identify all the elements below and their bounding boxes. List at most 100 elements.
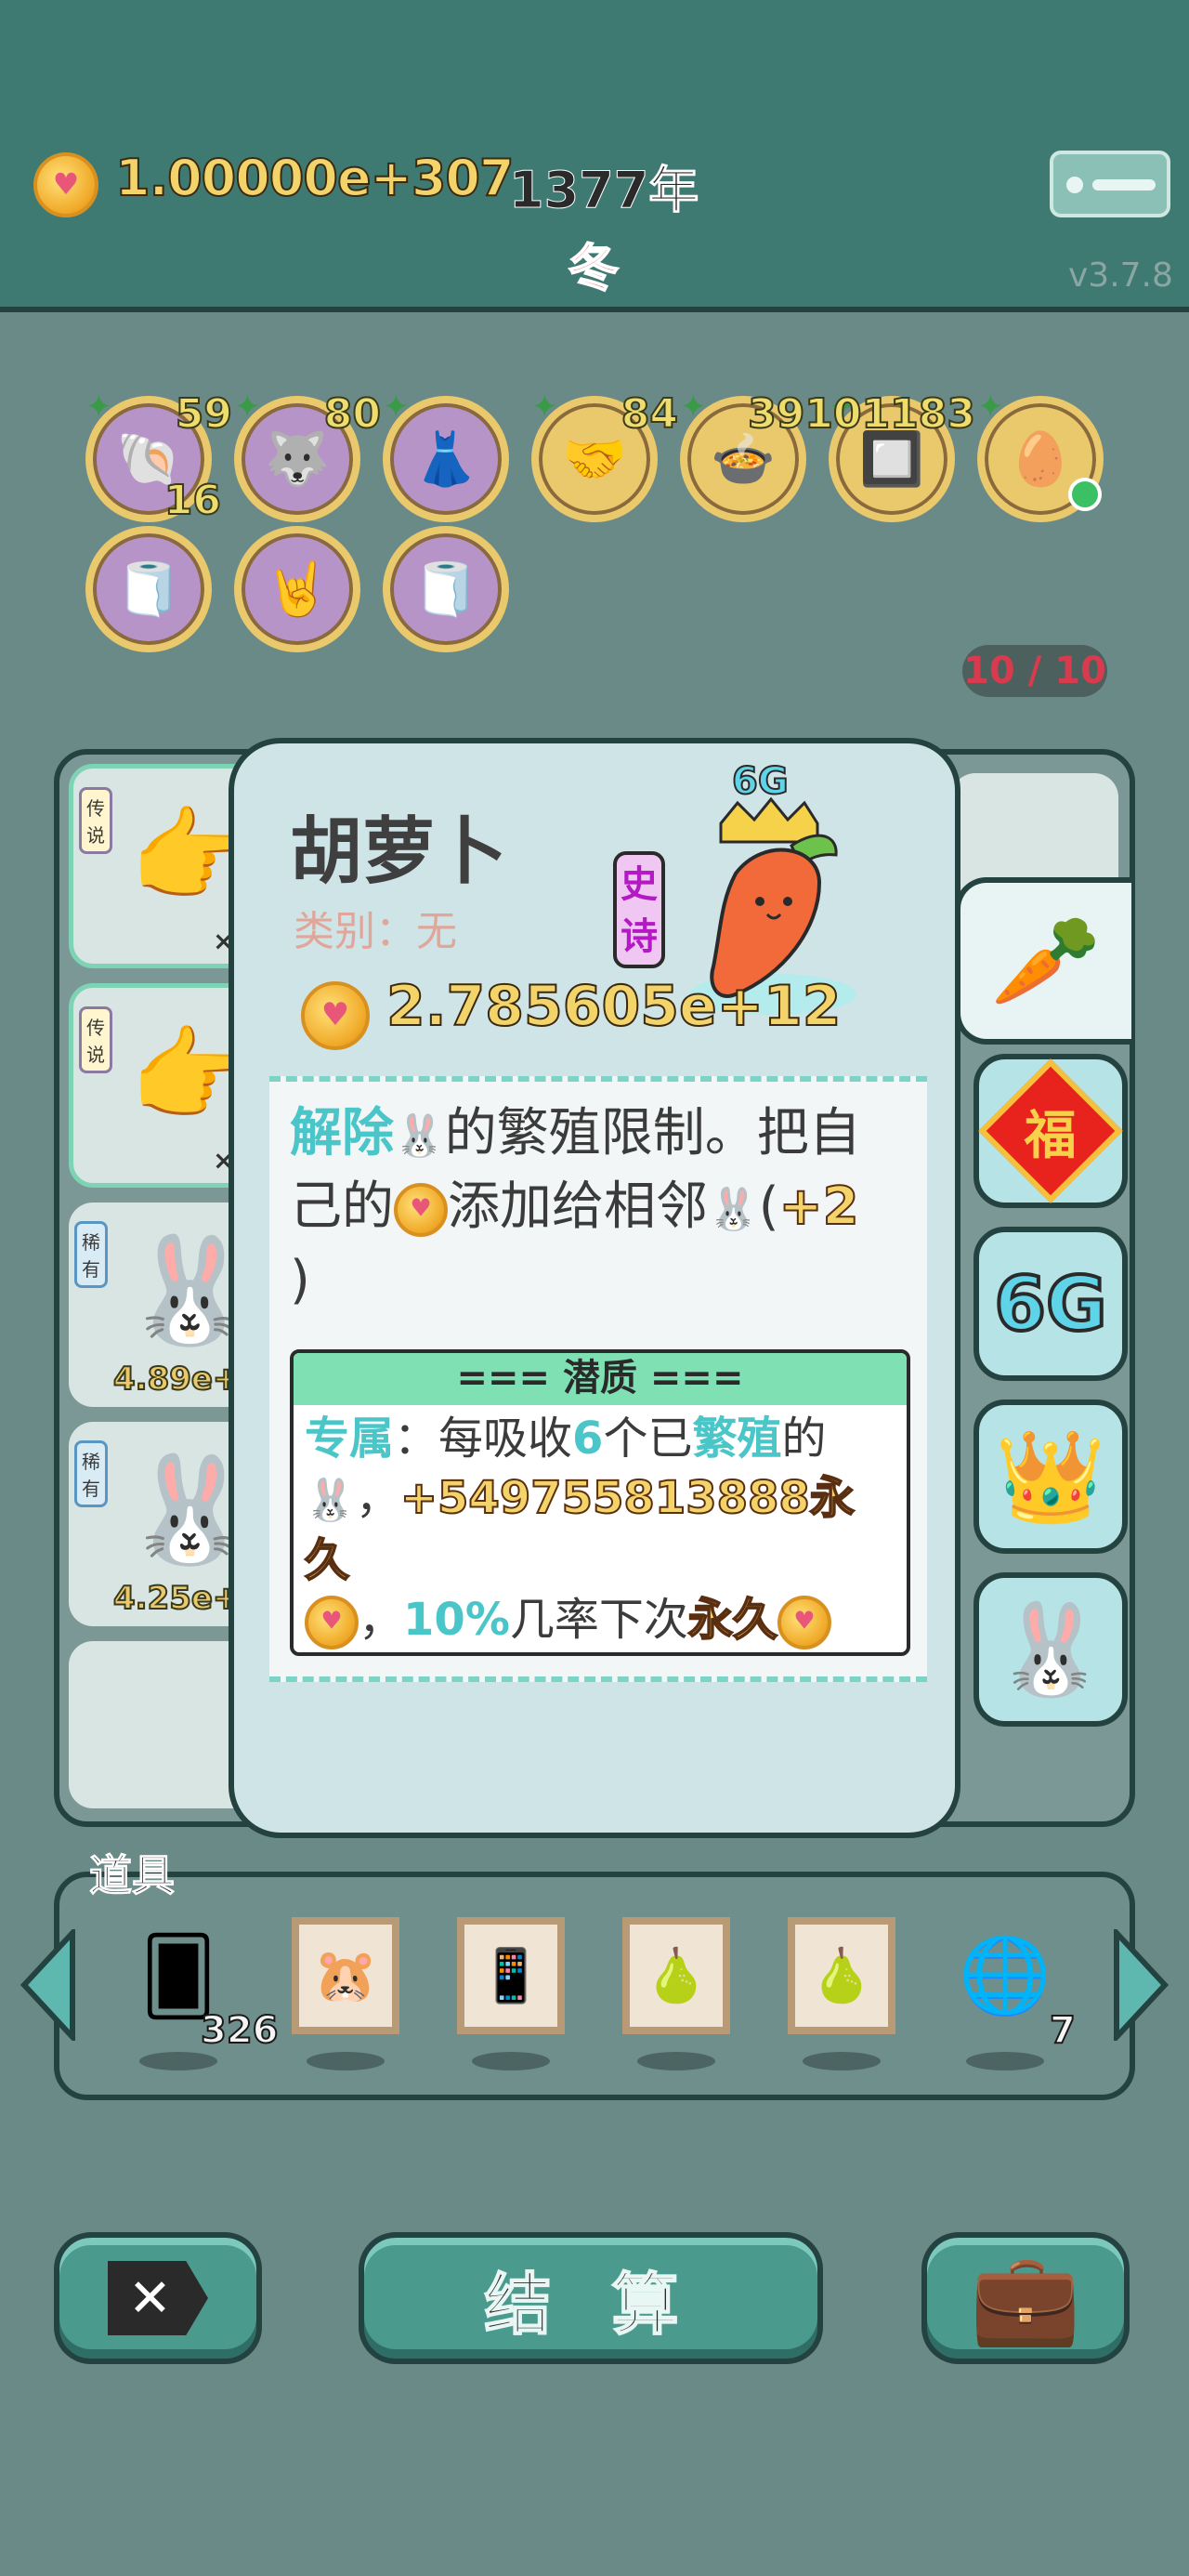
carrot-icon: 🥕 — [990, 908, 1102, 1013]
item-description: 解除🐰的繁殖限制。把自己的添加给相邻🐰(+2) === 潜质 === 专属：每吸… — [269, 1076, 927, 1682]
globe-orb-icon: 🌐 — [959, 1932, 1052, 2018]
badge-scallop-shell[interactable]: 🐚 ✦ 59 16 — [85, 388, 233, 525]
leaf-pin-icon: ✦ — [977, 388, 1004, 426]
effect-bonus: +2 — [778, 1176, 860, 1238]
badge-count: 39101183 — [747, 389, 976, 439]
bunny-icon: 🐰 — [305, 1477, 356, 1524]
potential-keyword: 翻倍 — [394, 1653, 483, 1656]
tab-fortune[interactable]: 福 — [973, 1054, 1128, 1208]
badge-tissue-box[interactable]: 🧻 — [383, 526, 509, 652]
tab-6g[interactable]: 6G — [973, 1227, 1128, 1381]
bunny-icon: 🐰 — [995, 1597, 1106, 1702]
slot-shadow — [803, 2052, 881, 2070]
item-price: 2.785605e+12 — [385, 973, 842, 1040]
close-icon: ✕ — [108, 2261, 208, 2335]
menu-toggle-button[interactable] — [1050, 151, 1170, 217]
tab-carrot[interactable]: 🥕 — [955, 877, 1131, 1045]
rarity-tag: 稀有 — [74, 1221, 108, 1288]
item-slot[interactable]: 🍐 — [621, 1912, 732, 2039]
cell-value: 4.25e+ — [112, 1579, 240, 1618]
skirt-icon: 👗 — [413, 429, 478, 490]
effect-text-segment: ( — [758, 1176, 779, 1237]
badge-husky-dog[interactable]: 🐺 ✦ 80 — [234, 388, 382, 522]
rock-hand-icon: 🤘 — [265, 559, 330, 620]
tab-crown[interactable]: 👑 — [973, 1400, 1128, 1554]
pear-frame-icon: 🍐 — [788, 1917, 895, 2034]
effect-text-segment: ) — [290, 1249, 310, 1310]
tab-bunny[interactable]: 🐰 — [973, 1572, 1128, 1727]
badge-skirt[interactable]: 👗 ✦ — [383, 388, 509, 522]
hamster-frame-icon: 🐹 — [292, 1917, 399, 2034]
item-slot[interactable]: 🌐 — [949, 1912, 1061, 2039]
briefcase-icon: 💼 — [970, 2245, 1081, 2350]
rarity-tag: 传说 — [79, 787, 112, 854]
rarity-tag: 稀有 — [74, 1440, 108, 1507]
potential-text-segment: 。 — [483, 1653, 528, 1656]
badge-count: 80 — [323, 389, 382, 439]
item-slot[interactable]: 🐹 — [290, 1912, 401, 2039]
settle-button[interactable]: 结 算 — [359, 2232, 823, 2364]
settle-label: 结 算 — [483, 2265, 698, 2345]
husky-dog-icon: 🐺 — [265, 429, 330, 490]
status-dot-icon — [1068, 478, 1102, 511]
slot-shadow — [139, 2052, 217, 2070]
effect-keyword: 解除 — [290, 1103, 394, 1163]
potential-text-segment: 增加 — [305, 1653, 394, 1656]
badge-egg-tray[interactable]: 🥚 ✦ — [977, 388, 1104, 522]
season-label: 冬 — [568, 238, 620, 298]
rarity-badge: 史诗 — [613, 851, 665, 968]
pear-frame-icon: 🍐 — [622, 1917, 730, 2034]
potential-header: === 潜质 === — [294, 1353, 907, 1405]
heart-coin-icon — [305, 1596, 359, 1649]
inventory-button[interactable]: 💼 — [921, 2232, 1130, 2364]
badge-sub-count: 16 — [163, 476, 222, 525]
potential-text-segment: ， — [355, 1472, 400, 1524]
heart-coin-icon — [394, 1182, 448, 1237]
leaf-pin-icon: ✦ — [383, 388, 410, 426]
slot-shadow — [966, 2052, 1044, 2070]
6g-icon: 6G — [992, 1259, 1108, 1349]
rarity-tag: 传说 — [79, 1006, 112, 1073]
leaf-pin-icon: ✦ — [85, 388, 112, 426]
item-category: 类别：无 — [294, 908, 457, 955]
potential-text-segment: ：每吸收 — [394, 1413, 573, 1465]
heart-coin-icon — [301, 981, 370, 1050]
tissue-box-icon: 🧻 — [413, 559, 478, 620]
toggle-bar-icon — [1092, 179, 1156, 191]
egg-tray-icon: 🥚 — [1008, 429, 1073, 490]
badge-rock-hand[interactable]: 🤘 — [234, 526, 360, 652]
fu-charm-icon: 福 — [978, 1058, 1123, 1203]
potential-box: === 潜质 === 专属：每吸收6个已繁殖的 🐰，+549755813888永久… — [290, 1349, 910, 1656]
tissue-box-icon: 🧻 — [116, 559, 181, 620]
badge-handshake[interactable]: 🤝 ✦ 84 — [531, 388, 679, 522]
potential-label: 专属 — [305, 1413, 395, 1465]
badge-tissue-box[interactable]: 🧻 — [85, 526, 212, 652]
handshake-icon: 🤝 — [562, 429, 627, 490]
badge-chip[interactable]: 🔲 ✦ 39101183 — [747, 388, 976, 522]
fu-label: 福 — [1025, 1105, 1077, 1166]
item-slot[interactable]: 📱 — [455, 1912, 567, 2039]
item-detail-card: 胡萝卜 类别：无 史诗 6G 2.785605e+12 解除🐰的繁殖限制。把自己… — [229, 738, 960, 1838]
slot-shadow — [307, 2052, 385, 2070]
rare-cards-icon: 🂠 — [140, 1932, 216, 2019]
leaf-pin-icon: ✦ — [680, 388, 707, 426]
arrow-left-icon[interactable] — [19, 1929, 78, 2041]
cell-value: 4.89e+ — [112, 1360, 240, 1399]
arrow-right-icon[interactable] — [1111, 1929, 1170, 2041]
item-quantity: 326 — [200, 2008, 279, 2053]
top-bar: 1.00000e+307 1377年 冬 v3.7.8 — [0, 0, 1189, 312]
potential-text: 专属：每吸收6个已繁殖的🐰，+549755813888永久，10%几率下次永久增… — [294, 1405, 907, 1656]
close-button[interactable]: ✕ — [54, 2232, 262, 2364]
item-name: 胡萝卜 — [290, 810, 508, 894]
potential-text-segment: 的 — [781, 1413, 827, 1465]
version-label: v3.7.8 — [1068, 256, 1173, 295]
item-slot[interactable]: 🍐 — [786, 1912, 897, 2039]
slot-counter: 10 / 10 — [962, 645, 1107, 697]
heart-coin-icon — [777, 1596, 831, 1649]
effect-text-segment: 添加给相邻 — [448, 1176, 708, 1237]
potential-number: 6 — [572, 1413, 604, 1465]
items-label: 道具 — [89, 1850, 176, 1901]
toggle-knob-icon — [1066, 177, 1083, 193]
year-label: 1377年 — [508, 161, 699, 220]
potential-keyword: 繁殖 — [692, 1413, 782, 1465]
